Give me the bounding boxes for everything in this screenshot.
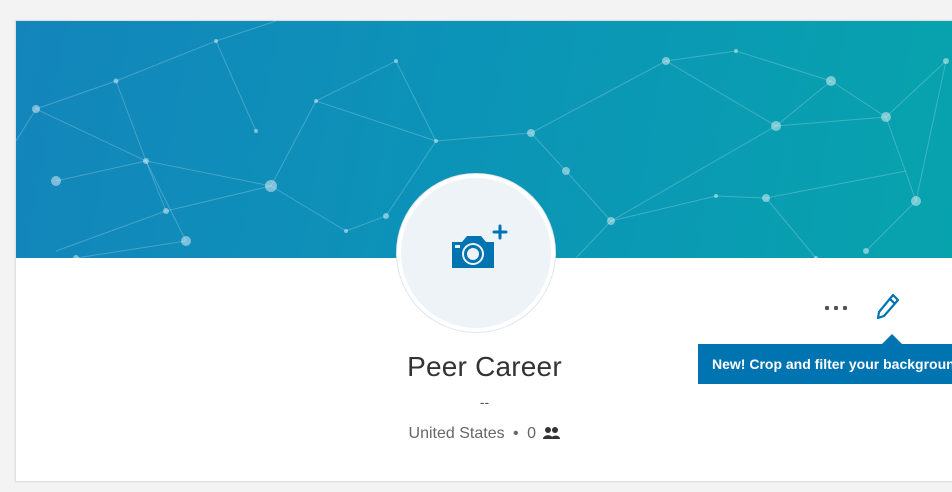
edit-background-button[interactable] — [874, 291, 902, 321]
profile-headline: -- — [479, 394, 490, 410]
profile-name: Peer Career — [407, 351, 562, 382]
camera-add-icon — [452, 224, 508, 268]
profile-location: United States — [408, 425, 505, 442]
connections-count[interactable]: 0 — [527, 425, 536, 442]
people-icon — [543, 427, 561, 439]
profile-photo-placeholder[interactable] — [397, 174, 555, 332]
pencil-icon — [876, 293, 900, 320]
profile-meta: United States • 0 — [16, 425, 952, 443]
meta-separator: • — [513, 425, 519, 442]
more-options-button[interactable] — [821, 297, 853, 317]
profile-card: New! Crop and filter your background Pee… — [15, 20, 952, 482]
tooltip-arrow — [882, 334, 902, 344]
